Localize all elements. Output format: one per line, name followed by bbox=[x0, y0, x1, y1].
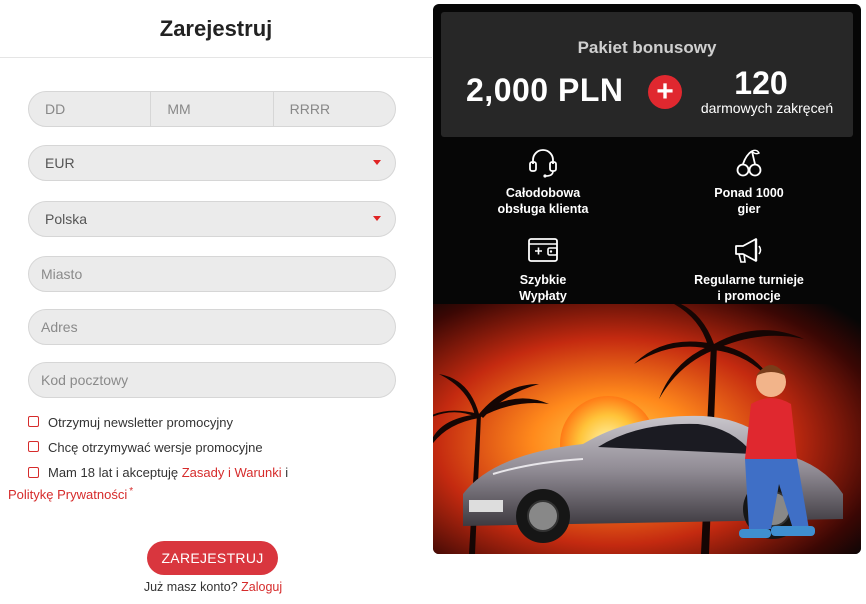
privacy-link[interactable]: Politykę Prywatności bbox=[8, 487, 127, 502]
free-spins-label: darmowych zakręceń bbox=[700, 100, 834, 116]
terms-and: i bbox=[285, 465, 289, 480]
feature-games-line2: gier bbox=[737, 202, 761, 216]
required-asterisk: * bbox=[129, 486, 134, 497]
promo-panel: Pakiet bonusowy 2,000 PLN + 120 darmowyc… bbox=[433, 4, 861, 554]
dob-month-input[interactable]: MM bbox=[150, 92, 272, 126]
terms-prefix: Mam 18 lat i akceptuję bbox=[48, 465, 179, 480]
bonus-package-box: Pakiet bonusowy 2,000 PLN + 120 darmowyc… bbox=[441, 12, 853, 137]
promo-versions-option: Chcę otrzymywać wersje promocyjne bbox=[28, 438, 263, 457]
wallet-icon bbox=[528, 238, 558, 262]
promo-versions-label: Chcę otrzymywać wersje promocyjne bbox=[48, 440, 263, 455]
currency-select[interactable]: EUR bbox=[28, 145, 396, 181]
sunset-car-illustration bbox=[433, 304, 861, 554]
megaphone-icon bbox=[735, 238, 762, 263]
feature-payouts-line1: Szybkie bbox=[519, 273, 567, 287]
login-prompt-row: Już masz konto? Zaloguj bbox=[0, 580, 426, 594]
feature-support-line1: Całodobowa bbox=[505, 186, 581, 200]
city-input[interactable] bbox=[29, 257, 395, 291]
caret-down-icon bbox=[373, 160, 381, 165]
country-value: Polska bbox=[45, 211, 88, 227]
feature-games-line1: Ponad 1000 bbox=[714, 186, 784, 200]
newsletter-label: Otrzymuj newsletter promocyjny bbox=[48, 415, 233, 430]
bonus-amount: 2,000 PLN bbox=[466, 72, 624, 108]
date-of-birth-field: DD MM RRRR bbox=[28, 91, 396, 127]
city-field bbox=[28, 256, 396, 292]
currency-value: EUR bbox=[45, 155, 75, 171]
login-link[interactable]: Zaloguj bbox=[241, 580, 282, 594]
feature-payouts-line2: Wypłaty bbox=[519, 289, 567, 303]
terms-checkbox[interactable] bbox=[28, 467, 39, 478]
terms-link[interactable]: Zasady i Warunki bbox=[182, 465, 282, 480]
address-field bbox=[28, 309, 396, 345]
register-button[interactable]: ZAREJESTRUJ bbox=[147, 541, 278, 575]
headset-icon bbox=[529, 149, 557, 178]
feature-payouts: Szybkie Wypłaty bbox=[458, 234, 628, 304]
terms-option: Mam 18 lat i akceptuję Zasady i Warunki … bbox=[8, 463, 328, 504]
caret-down-icon bbox=[373, 216, 381, 221]
dob-year-input[interactable]: RRRR bbox=[272, 92, 395, 126]
country-select[interactable]: Polska bbox=[28, 201, 396, 237]
login-prompt: Już masz konto? bbox=[143, 580, 238, 594]
page-title: Zarejestruj bbox=[0, 0, 432, 58]
newsletter-option: Otrzymuj newsletter promocyjny bbox=[28, 413, 233, 432]
feature-games: Ponad 1000 gier bbox=[664, 147, 834, 217]
registration-form: Zarejestruj DD MM RRRR EUR Polska Otrzym… bbox=[0, 0, 432, 604]
newsletter-checkbox[interactable] bbox=[28, 416, 39, 427]
feature-tournaments: Regularne turnieje i promocje bbox=[664, 234, 834, 304]
dob-day-input[interactable]: DD bbox=[29, 92, 150, 126]
free-spins-count: 120 bbox=[734, 65, 788, 101]
feature-tournaments-line1: Regularne turnieje bbox=[694, 273, 804, 287]
feature-tournaments-line2: i promocje bbox=[717, 289, 781, 303]
postal-code-field bbox=[28, 362, 396, 398]
promo-versions-checkbox[interactable] bbox=[28, 441, 39, 452]
cherries-icon bbox=[736, 149, 762, 177]
address-input[interactable] bbox=[29, 310, 395, 344]
feature-support: Całodobowa obsługa klienta bbox=[458, 147, 628, 217]
feature-support-line2: obsługa klienta bbox=[497, 202, 589, 216]
postal-code-input[interactable] bbox=[29, 363, 395, 397]
bonus-title: Pakiet bonusowy bbox=[577, 38, 717, 57]
